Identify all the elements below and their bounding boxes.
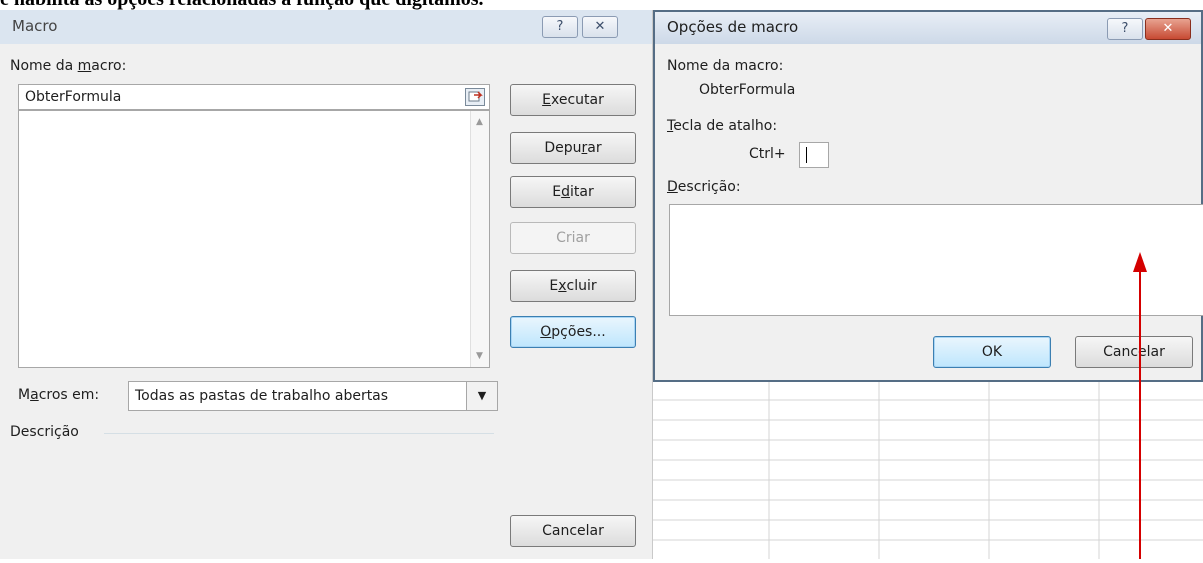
annotation-arrow [1133,252,1147,559]
